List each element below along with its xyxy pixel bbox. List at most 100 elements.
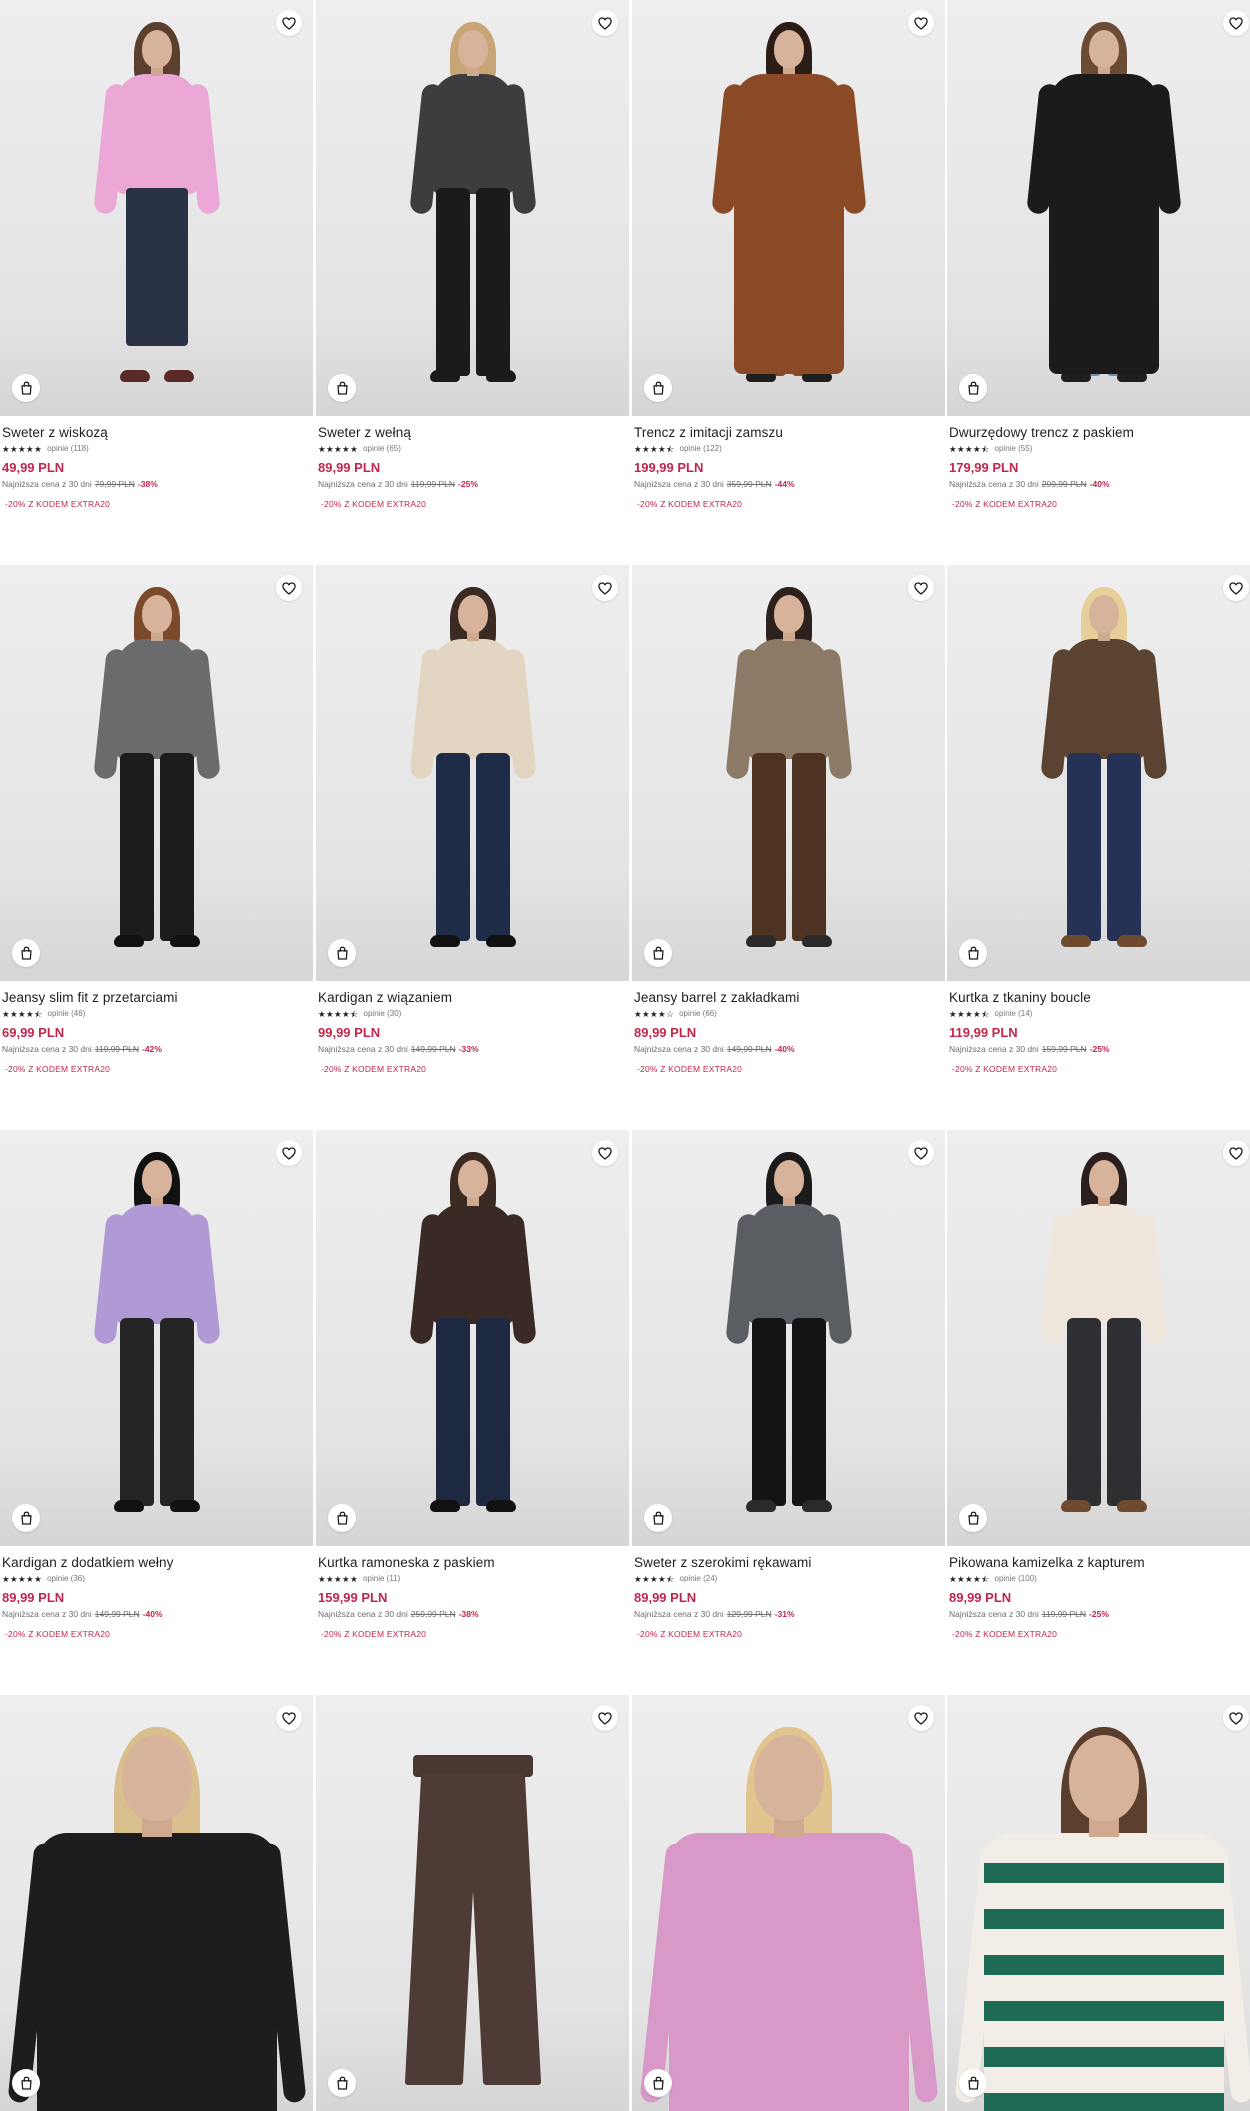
product-name[interactable]: Trencz z imitacji zamszu xyxy=(634,424,943,441)
review-count[interactable]: opinie (100) xyxy=(995,1574,1037,1584)
product-image[interactable] xyxy=(316,565,629,981)
product-name[interactable]: Sweter z wiskozą xyxy=(2,424,311,441)
product-card[interactable]: Sweter z wiskozą ★★★★★ opinie (118) 49,99 P… xyxy=(0,0,313,565)
product-card[interactable]: Sweter z szerokimi rękawami ★★★★⯪ opinie (… xyxy=(632,1130,945,1695)
product-card[interactable]: Kardigan z dodatkiem wełny ★★★★★ opinie (3… xyxy=(0,1130,313,1695)
discount-badge: -25% xyxy=(458,479,478,489)
wishlist-heart-icon[interactable] xyxy=(276,1705,302,1731)
product-image[interactable] xyxy=(316,1130,629,1546)
product-card[interactable]: Jeansy barrel z zakładkami ★★★★☆ opinie (6… xyxy=(632,565,945,1130)
add-to-bag-icon[interactable] xyxy=(12,1504,40,1532)
product-image[interactable] xyxy=(316,1695,629,2111)
product-card[interactable]: Sweter z wełną ★★★★★ opinie (65) 89,99 PLN N… xyxy=(316,0,629,565)
add-to-bag-icon[interactable] xyxy=(959,374,987,402)
product-card[interactable]: Kardigan z wiązaniem ★★★★⯪ opinie (30) 99,9… xyxy=(316,565,629,1130)
add-to-bag-icon[interactable] xyxy=(959,2069,987,2097)
product-image[interactable] xyxy=(0,0,313,416)
product-card[interactable] xyxy=(947,1695,1250,2111)
product-image[interactable] xyxy=(947,565,1250,981)
discount-badge: -38% xyxy=(458,1609,479,1619)
product-card[interactable] xyxy=(0,1695,313,2111)
wishlist-heart-icon[interactable] xyxy=(908,575,934,601)
product-image[interactable] xyxy=(0,1130,313,1546)
review-count[interactable]: opinie (46) xyxy=(48,1009,86,1019)
product-image[interactable] xyxy=(0,1695,313,2111)
wishlist-heart-icon[interactable] xyxy=(1223,575,1249,601)
review-count[interactable]: opinie (55) xyxy=(995,444,1033,454)
add-to-bag-icon[interactable] xyxy=(959,939,987,967)
add-to-bag-icon[interactable] xyxy=(644,2069,672,2097)
product-image[interactable] xyxy=(316,0,629,416)
add-to-bag-icon[interactable] xyxy=(12,2069,40,2097)
product-card[interactable]: Pikowana kamizelka z kapturem ★★★★⯪ opinie… xyxy=(947,1130,1250,1695)
review-count[interactable]: opinie (66) xyxy=(679,1009,717,1019)
add-to-bag-icon[interactable] xyxy=(328,1504,356,1532)
review-count[interactable]: opinie (11) xyxy=(363,1574,400,1584)
add-to-bag-icon[interactable] xyxy=(959,1504,987,1532)
product-card[interactable]: Trencz z imitacji zamszu ★★★★⯪ opinie (122… xyxy=(632,0,945,565)
product-image[interactable] xyxy=(947,0,1250,416)
review-count[interactable]: opinie (30) xyxy=(364,1009,402,1019)
product-name[interactable]: Dwurzędowy trencz z paskiem xyxy=(949,424,1250,441)
add-to-bag-icon[interactable] xyxy=(644,939,672,967)
product-card[interactable] xyxy=(632,1695,945,2111)
product-image[interactable] xyxy=(947,1695,1250,2111)
product-card[interactable]: Kurtka ramoneska z paskiem ★★★★★ opinie (1… xyxy=(316,1130,629,1695)
product-rating: ★★★★⯪ opinie (14) xyxy=(949,1009,1250,1019)
wishlist-heart-icon[interactable] xyxy=(1223,10,1249,36)
lowest-price-info: Najniższa cena z 30 dni 299,99 PLN -40% xyxy=(949,479,1250,490)
product-name[interactable]: Kurtka ramoneska z paskiem xyxy=(318,1554,627,1571)
review-count[interactable]: opinie (118) xyxy=(47,444,89,454)
product-image[interactable] xyxy=(0,565,313,981)
product-image[interactable] xyxy=(947,1130,1250,1546)
wishlist-heart-icon[interactable] xyxy=(1223,1705,1249,1731)
product-card[interactable]: Kurtka z tkaniny boucle ★★★★⯪ opinie (14) 1… xyxy=(947,565,1250,1130)
add-to-bag-icon[interactable] xyxy=(328,939,356,967)
old-price: 79,99 PLN xyxy=(94,479,135,489)
wishlist-heart-icon[interactable] xyxy=(592,10,618,36)
discount-badge: -33% xyxy=(458,1044,479,1054)
add-to-bag-icon[interactable] xyxy=(12,939,40,967)
product-image[interactable] xyxy=(632,1695,945,2111)
model-figure xyxy=(373,0,573,416)
wishlist-heart-icon[interactable] xyxy=(276,1140,302,1166)
wishlist-heart-icon[interactable] xyxy=(592,575,618,601)
product-image[interactable] xyxy=(632,0,945,416)
product-name[interactable]: Kurtka z tkaniny boucle xyxy=(949,989,1250,1006)
add-to-bag-icon[interactable] xyxy=(328,2069,356,2097)
review-count[interactable]: opinie (14) xyxy=(995,1009,1033,1019)
product-image[interactable] xyxy=(632,1130,945,1546)
add-to-bag-icon[interactable] xyxy=(328,374,356,402)
wishlist-heart-icon[interactable] xyxy=(592,1140,618,1166)
promo-code-label: -20% Z KODEM EXTRA20 xyxy=(5,1629,111,1639)
review-count[interactable]: opinie (36) xyxy=(47,1574,85,1584)
product-name[interactable]: Sweter z wełną xyxy=(318,424,627,441)
wishlist-heart-icon[interactable] xyxy=(908,10,934,36)
product-card[interactable]: Dwurzędowy trencz z paskiem ★★★★⯪ opinie (… xyxy=(947,0,1250,565)
lowest-price-info: Najniższa cena z 30 dni 119,99 PLN -25% xyxy=(949,1609,1250,1620)
add-to-bag-icon[interactable] xyxy=(12,374,40,402)
wishlist-heart-icon[interactable] xyxy=(908,1705,934,1731)
product-name[interactable]: Kardigan z dodatkiem wełny xyxy=(2,1554,311,1571)
discount-badge: -40% xyxy=(1089,479,1110,489)
product-card[interactable] xyxy=(316,1695,629,2111)
review-count[interactable]: opinie (24) xyxy=(680,1574,718,1584)
product-name[interactable]: Kardigan z wiązaniem xyxy=(318,989,627,1006)
model-figure xyxy=(373,565,573,981)
product-image[interactable] xyxy=(632,565,945,981)
product-rating: ★★★★★ opinie (11) xyxy=(318,1574,627,1584)
wishlist-heart-icon[interactable] xyxy=(276,575,302,601)
product-name[interactable]: Jeansy slim fit z przetarciami xyxy=(2,989,311,1006)
wishlist-heart-icon[interactable] xyxy=(276,10,302,36)
product-name[interactable]: Sweter z szerokimi rękawami xyxy=(634,1554,943,1571)
product-card[interactable]: Jeansy slim fit z przetarciami ★★★★⯪ opini… xyxy=(0,565,313,1130)
wishlist-heart-icon[interactable] xyxy=(1223,1140,1249,1166)
review-count[interactable]: opinie (65) xyxy=(363,444,401,454)
product-name[interactable]: Pikowana kamizelka z kapturem xyxy=(949,1554,1250,1571)
add-to-bag-icon[interactable] xyxy=(644,1504,672,1532)
wishlist-heart-icon[interactable] xyxy=(908,1140,934,1166)
product-name[interactable]: Jeansy barrel z zakładkami xyxy=(634,989,943,1006)
wishlist-heart-icon[interactable] xyxy=(592,1705,618,1731)
review-count[interactable]: opinie (122) xyxy=(680,444,722,454)
add-to-bag-icon[interactable] xyxy=(644,374,672,402)
